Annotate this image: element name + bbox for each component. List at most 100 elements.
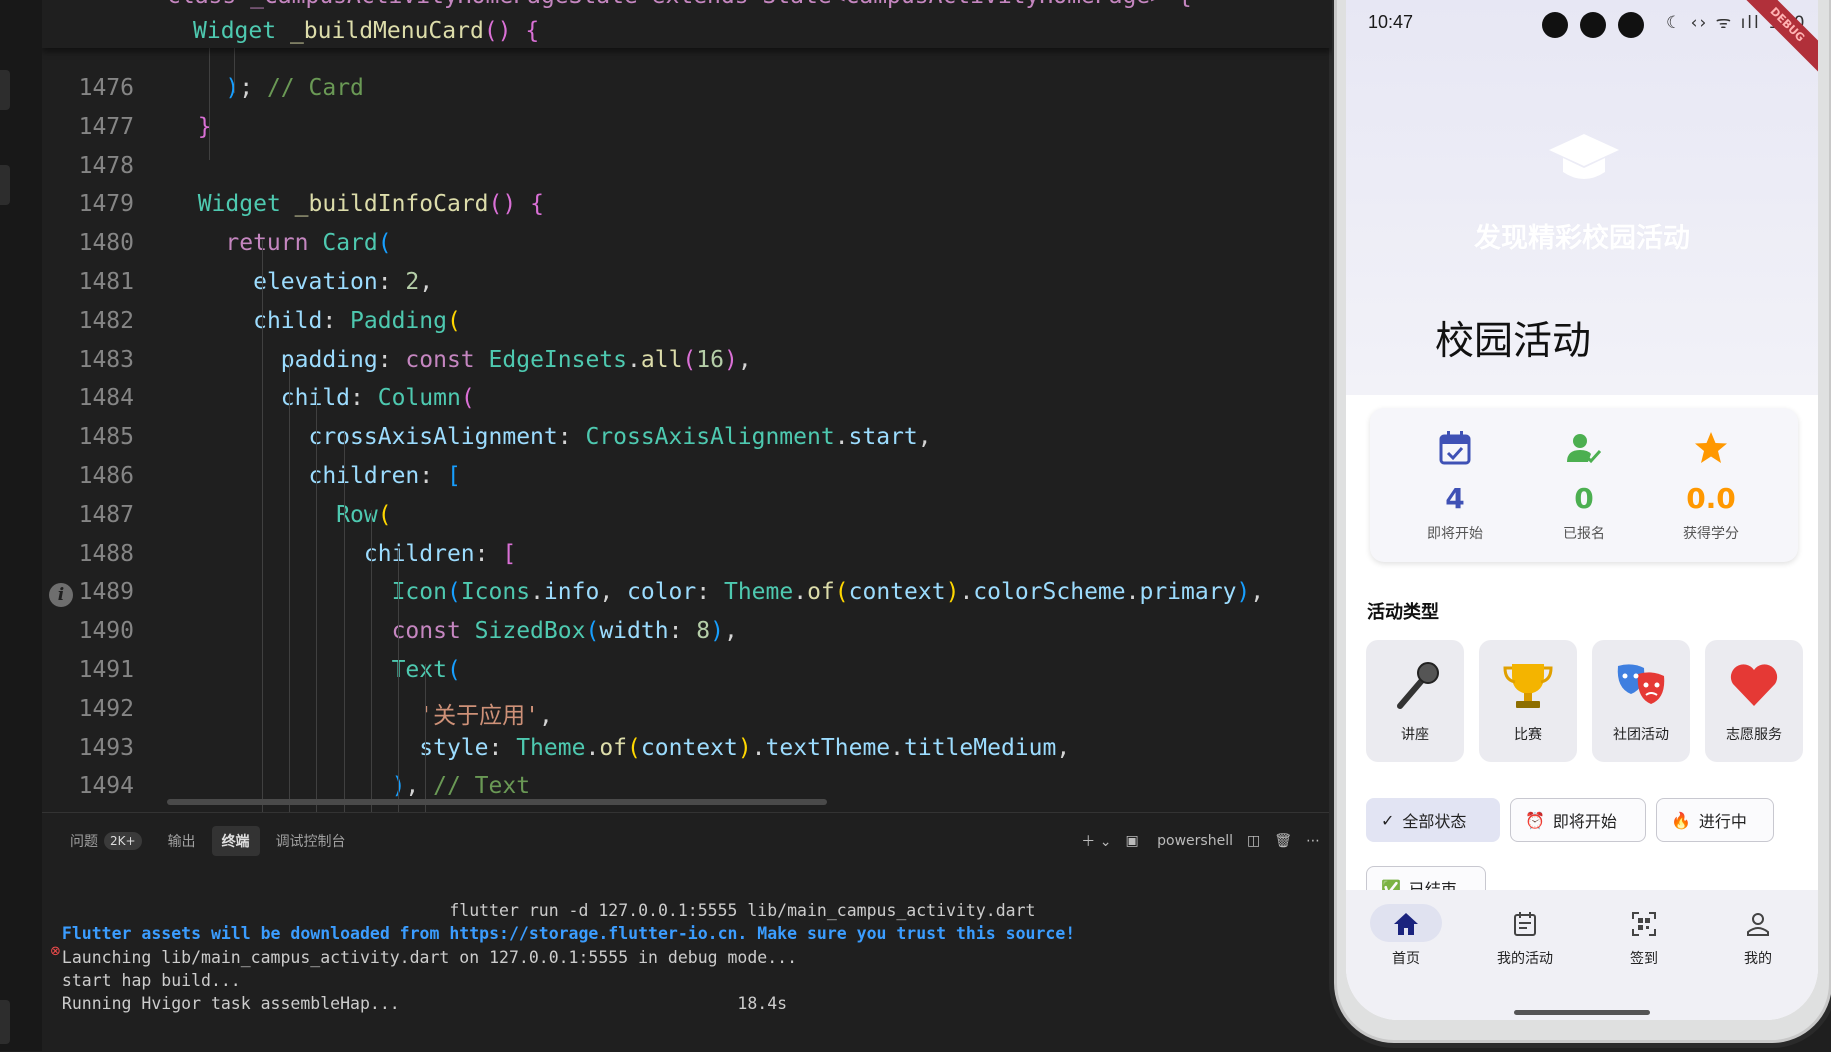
line-number: 1493: [78, 734, 134, 761]
type-card-volunteer[interactable]: 志愿服务: [1705, 640, 1803, 762]
nav-my-activities[interactable]: 我的活动: [1475, 910, 1575, 968]
line-number: 1488: [78, 540, 134, 567]
code-line[interactable]: Widget _buildInfoCard() {: [170, 191, 544, 217]
line-number: 1492: [78, 695, 134, 722]
filter-in-progress[interactable]: 🔥 进行中: [1656, 798, 1774, 842]
phone-screen: 10:47 ☾ ‹› ᯤ ıll 100 DEBUG 发现精彩校园活动 校园活动: [1346, 0, 1818, 1020]
graduation-cap-icon: [1549, 134, 1619, 179]
code-editor[interactable]: class _CampusActivityHomePageState exten…: [42, 0, 1332, 812]
horizontal-scrollbar[interactable]: [167, 799, 827, 805]
code-line[interactable]: ); // Card: [170, 75, 364, 101]
code-line[interactable]: child: Column(: [170, 385, 475, 411]
filter-upcoming[interactable]: ⏰ 即将开始: [1510, 798, 1646, 842]
qr-scan-icon: [1632, 912, 1656, 936]
line-number: 1484: [78, 385, 134, 412]
calendar-check-icon: [1439, 431, 1471, 465]
stat-upcoming[interactable]: 4 即将开始: [1390, 430, 1520, 543]
nav-label: 我的: [1744, 951, 1772, 967]
line-number: 1483: [78, 346, 134, 373]
nav-label: 我的活动: [1497, 951, 1553, 967]
code-line[interactable]: elevation: 2,: [170, 269, 433, 295]
star-icon: [1695, 432, 1727, 463]
line-number: 1491: [78, 657, 134, 683]
person-icon: [1747, 913, 1769, 936]
stat-label: 即将开始: [1427, 526, 1483, 542]
code-line[interactable]: Icon(Icons.info, color: Theme.of(context…: [170, 579, 1265, 605]
activity-bar-tab[interactable]: [0, 165, 10, 205]
code-line[interactable]: padding: const EdgeInsets.all(16),: [170, 347, 752, 373]
line-number: 1482: [78, 307, 134, 334]
trash-icon[interactable]: 🗑: [1274, 833, 1292, 849]
terminal-line: Flutter assets will be downloaded from h…: [52, 924, 1076, 944]
code-line[interactable]: '关于应用',: [170, 696, 553, 730]
panel-tab[interactable]: 输出: [158, 826, 206, 856]
more-icon[interactable]: ⋯: [1306, 833, 1320, 849]
panel-tab-label: 终端: [221, 834, 250, 850]
shell-label: powershell: [1157, 833, 1233, 849]
indent-guide: [289, 356, 290, 812]
panel-tabs: 问题 2K+ 输出 终端 调试控制台: [60, 825, 362, 857]
stat-value: 0.0: [1686, 482, 1736, 515]
code-line[interactable]: style: Theme.of(context).textTheme.title…: [170, 735, 1070, 761]
terminal-line: start hap build...: [52, 970, 241, 990]
code-line[interactable]: child: Padding(: [170, 308, 461, 334]
sticky-class-line: class _CampusActivityHomePageState exten…: [167, 0, 1192, 9]
nav-home[interactable]: 首页: [1356, 904, 1456, 968]
activity-bar-tab[interactable]: [0, 70, 10, 110]
nav-check-in[interactable]: 签到: [1594, 910, 1694, 968]
panel-tab-label: 输出: [167, 834, 196, 850]
fire-icon: 🔥: [1671, 810, 1691, 830]
camera-cutout-icon: [1618, 12, 1644, 38]
sticky-scroll-header[interactable]: class _CampusActivityHomePageState exten…: [42, 0, 1332, 48]
new-terminal-icon[interactable]: ＋ ⌄: [1081, 831, 1111, 851]
stat-credits[interactable]: 0.0 获得学分: [1646, 430, 1776, 543]
code-line[interactable]: }: [170, 114, 212, 140]
stat-registered[interactable]: 0 已报名: [1519, 430, 1649, 543]
stat-label: 获得学分: [1683, 526, 1739, 542]
bottom-navigation: 首页 我的活动 签到 我的: [1346, 890, 1818, 1020]
panel-tab[interactable]: 问题 2K+: [60, 826, 152, 856]
microphone-icon: [1397, 662, 1439, 709]
camera-cutout-icon: [1580, 12, 1606, 38]
panel-tab[interactable]: 终端: [211, 826, 260, 856]
type-card-lecture[interactable]: 讲座: [1366, 640, 1464, 762]
alarm-clock-icon: ⏰: [1525, 810, 1545, 830]
code-line[interactable]: const SizedBox(width: 8),: [170, 618, 738, 644]
activity-types-grid: 讲座 比赛 社团活动 志愿服务: [1366, 640, 1804, 762]
indent-guide: [344, 432, 345, 812]
type-card-club[interactable]: 社团活动: [1592, 640, 1690, 762]
nav-profile[interactable]: 我的: [1708, 910, 1808, 968]
code-line[interactable]: Row(: [170, 502, 391, 528]
split-terminal-icon[interactable]: ◫: [1247, 833, 1260, 849]
sticky-keyword: Widget: [193, 18, 277, 44]
panel-tab-label: 问题: [70, 834, 98, 850]
phone-emulator: 10:47 ☾ ‹› ᯤ ıll 100 DEBUG 发现精彩校园活动 校园活动: [1334, 0, 1831, 1043]
line-number: 1487: [78, 501, 134, 528]
person-check-icon: [1567, 434, 1602, 464]
nav-label: 首页: [1392, 951, 1420, 967]
code-line[interactable]: ), // Text: [170, 773, 531, 799]
filter-all-status[interactable]: ✓ 全部状态: [1366, 798, 1500, 842]
terminal-shell-icon[interactable]: ▣ powershell: [1125, 833, 1233, 849]
code-line[interactable]: crossAxisAlignment: CrossAxisAlignment.s…: [170, 424, 931, 450]
terminal-line: Launching lib/main_campus_activity.dart …: [52, 947, 798, 967]
section-title-activity-types: 活动类型: [1367, 602, 1439, 623]
bottom-panel: 问题 2K+ 输出 终端 调试控制台 ＋ ⌄ ▣ powershell ◫ 🗑 ⋯ ⊗ …: [42, 812, 1332, 1052]
home-indicator[interactable]: [1514, 1010, 1650, 1015]
panel-tab[interactable]: 调试控制台: [266, 826, 356, 856]
panel-tab-label: 调试控制台: [275, 834, 346, 850]
line-number: 1478: [78, 152, 134, 179]
event-note-icon: [1514, 912, 1536, 936]
type-card-competition[interactable]: 比赛: [1479, 640, 1577, 762]
activity-bar-tab[interactable]: [0, 1000, 10, 1044]
filter-label: 即将开始: [1552, 812, 1617, 831]
line-number: 1481: [78, 269, 134, 295]
stat-value: 4: [1445, 482, 1465, 515]
hero-slogan: 发现精彩校园活动: [1474, 223, 1690, 254]
code-line[interactable]: return Card(: [170, 230, 391, 256]
status-bar: 10:47 ☾ ‹› ᯤ ıll 100 DEBUG: [1346, 0, 1818, 79]
filter-label: 全部状态: [1402, 812, 1467, 831]
terminal-line: flutter run -d 127.0.0.1:5555 lib/main_c…: [52, 901, 1036, 920]
indent-guide: [398, 548, 399, 812]
problems-count-badge: 2K+: [104, 832, 142, 850]
